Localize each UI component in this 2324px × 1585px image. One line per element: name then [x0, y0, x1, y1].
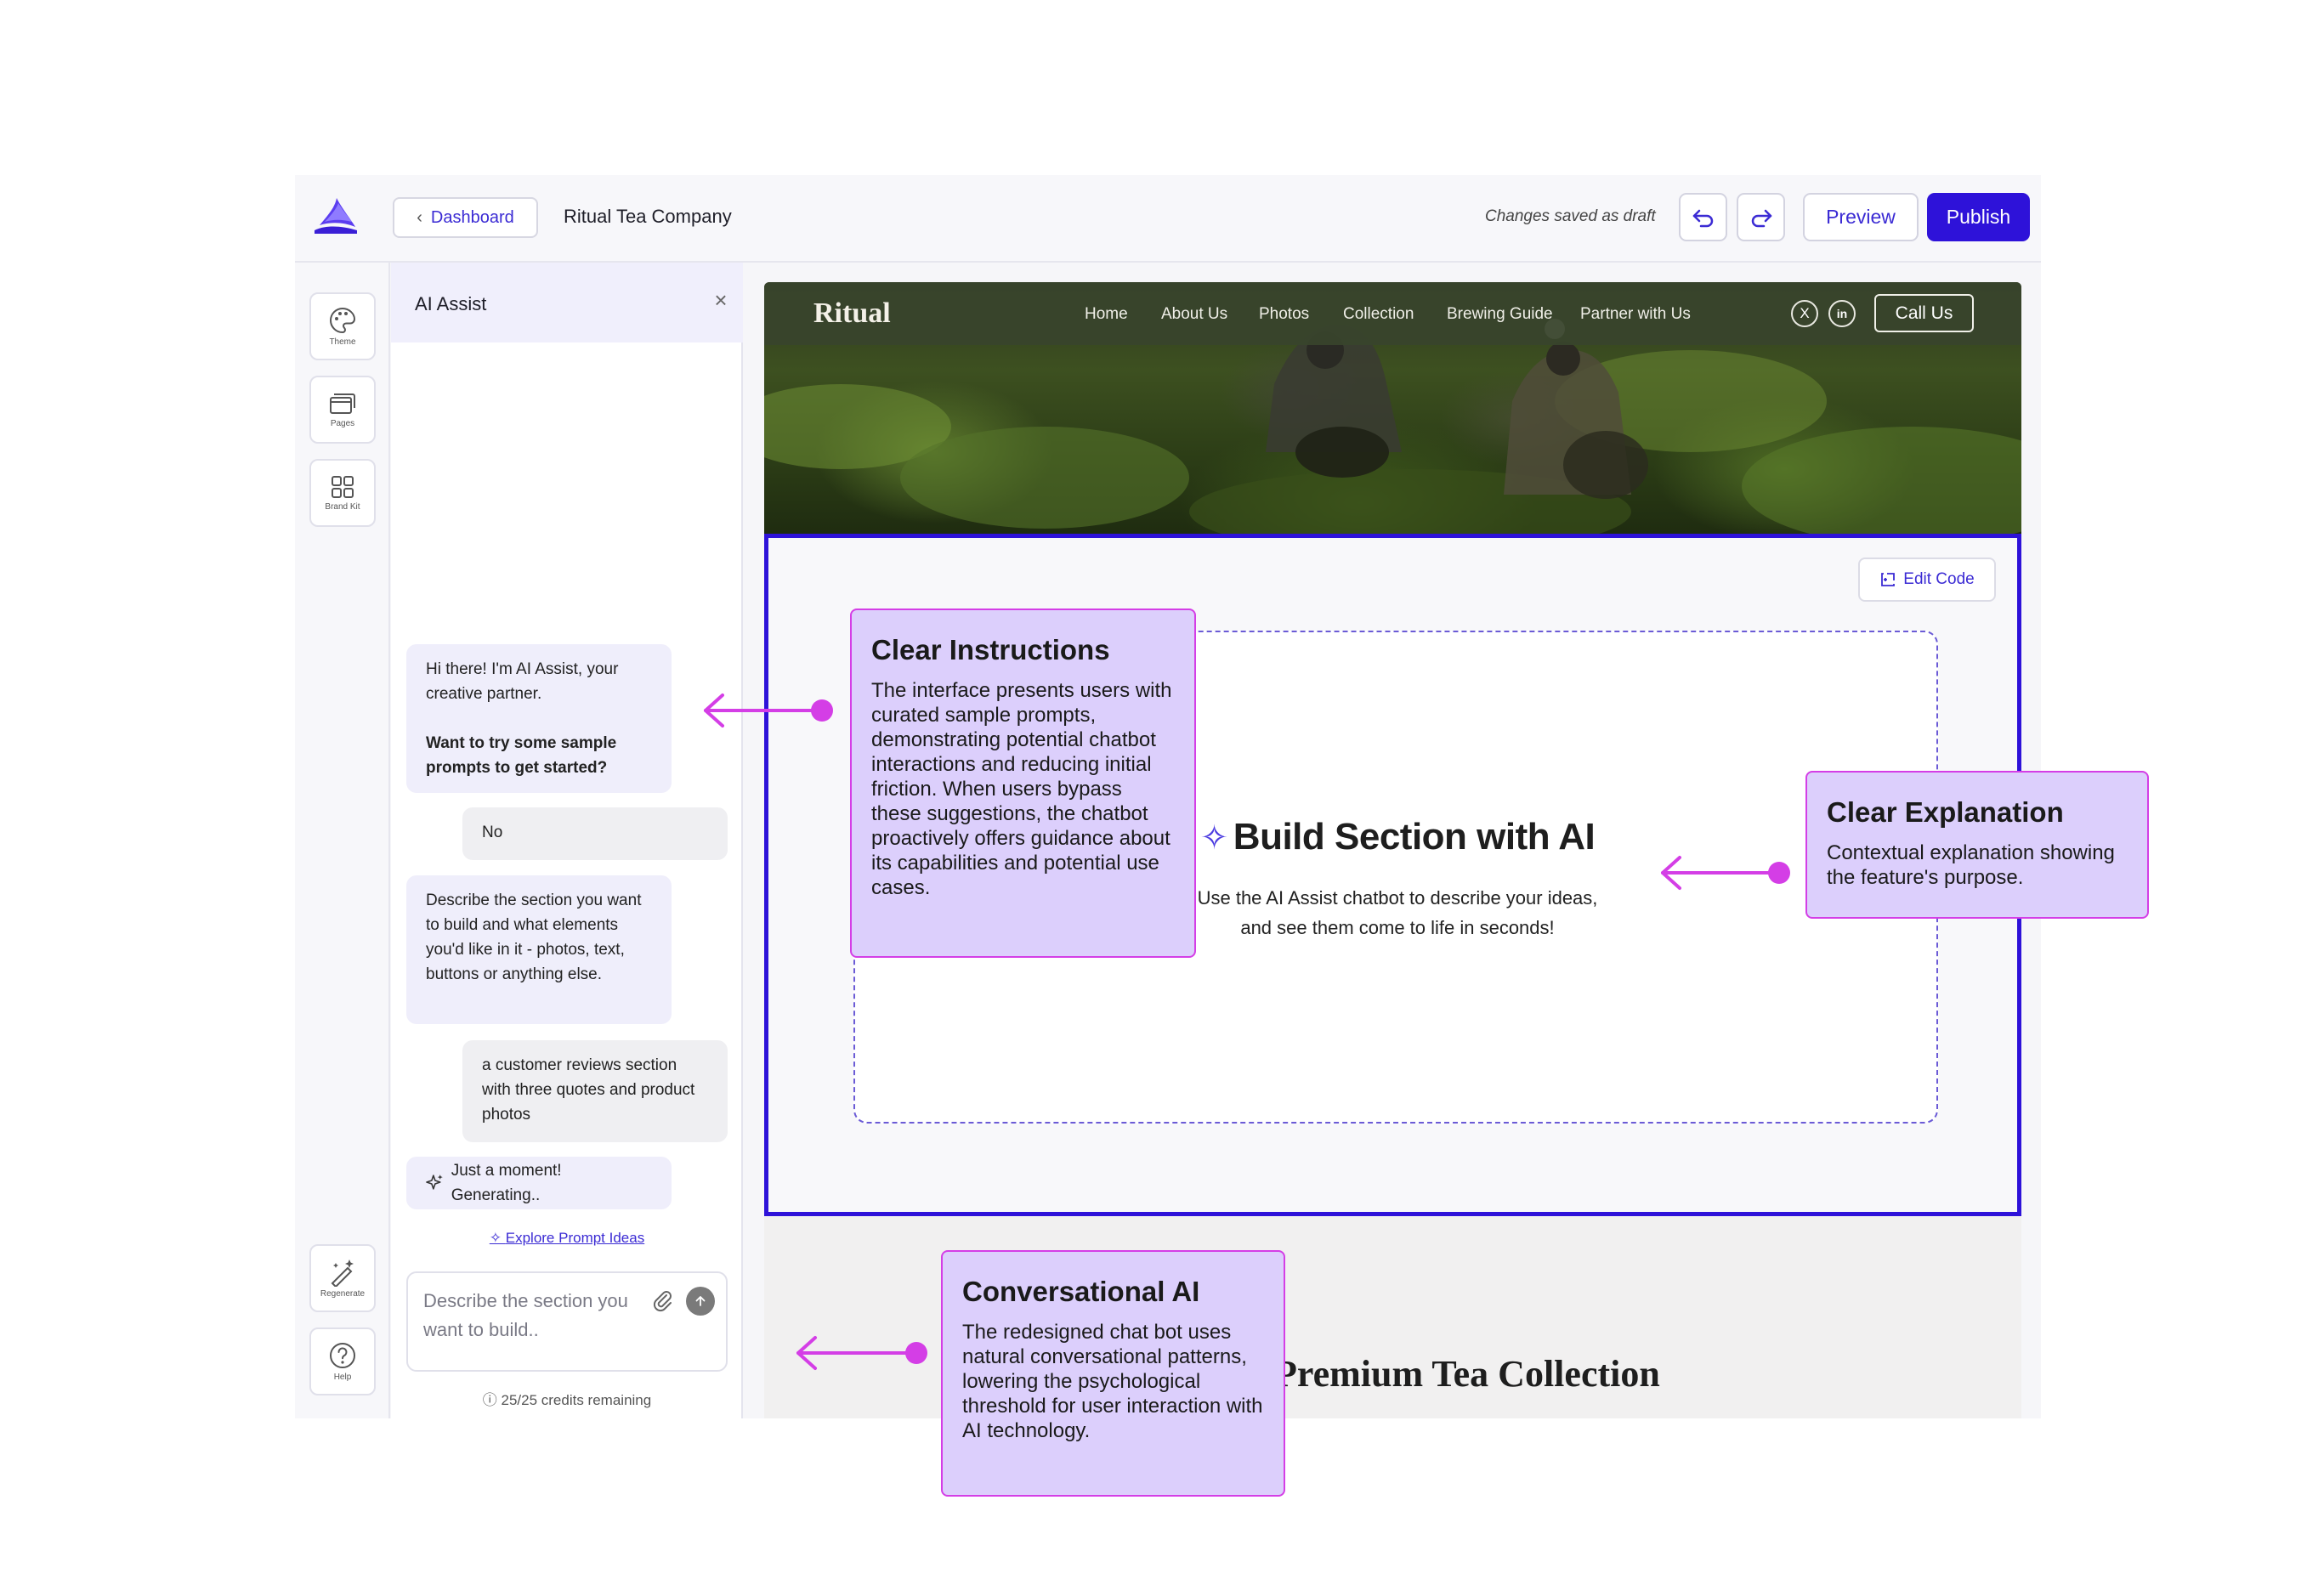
callout-clear-explanation: Clear Explanation Contextual explanation… [1805, 771, 2149, 919]
arrow-origin-dot [811, 699, 833, 722]
callout-title: Clear Instructions [871, 634, 1110, 665]
callout-text: Contextual explanation showing the featu… [1827, 841, 2115, 889]
callout-text: The interface presents users with curate… [871, 679, 1172, 899]
arrow-origin-dot [905, 1342, 927, 1364]
callout-title: Conversational AI [962, 1276, 1200, 1307]
callout-conversational-ai: Conversational AI The redesigned chat bo… [941, 1250, 1285, 1497]
callout-clear-instructions: Clear Instructions The interface present… [850, 609, 1196, 958]
callout-title: Clear Explanation [1827, 796, 2064, 828]
callout-text: The redesigned chat bot uses natural con… [962, 1321, 1263, 1442]
arrow-origin-dot [1768, 862, 1790, 884]
